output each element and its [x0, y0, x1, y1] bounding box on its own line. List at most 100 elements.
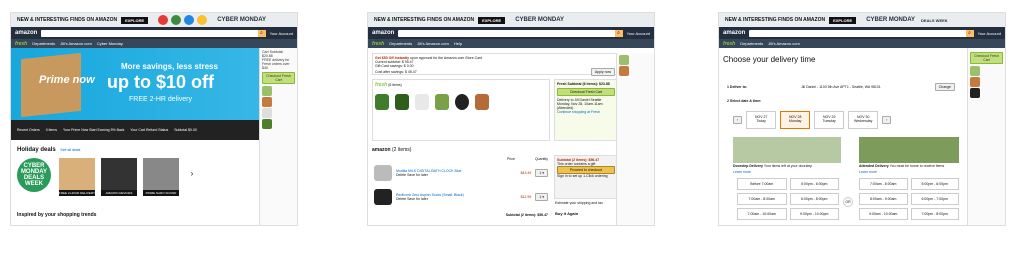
amazon-logo[interactable]: amazon — [723, 30, 745, 36]
chevron-left-icon[interactable]: ‹ — [733, 116, 743, 124]
qty-select[interactable]: 1 ▾ — [535, 193, 548, 201]
explore-button[interactable]: EXPLORE — [478, 16, 506, 24]
promo-banner: NEW & INTERESTING FINDS ON AMAZON EXPLOR… — [368, 13, 654, 27]
nav-departments[interactable]: Departments — [740, 41, 763, 46]
item-image[interactable] — [374, 165, 392, 181]
day-name: Today — [756, 119, 766, 123]
day-today[interactable]: NOV 27 Today — [746, 111, 777, 129]
qty-header: Quantity — [534, 157, 548, 161]
checkout-fresh-button[interactable]: Checkout Fresh Cart — [970, 52, 1003, 64]
account-menu[interactable]: Your Account — [270, 31, 293, 36]
nav-jills[interactable]: Jill's Amazon.com — [768, 41, 800, 46]
time-slot[interactable]: 6:00pm - 8:00pm — [789, 193, 839, 205]
item-actions[interactable]: Delete Save for later — [396, 173, 517, 177]
stat-3[interactable]: Your Cart Refund Status — [130, 128, 168, 132]
day-monday[interactable]: NOV 28 Monday — [780, 111, 811, 129]
time-slot[interactable]: 7:00am - 10:00am — [737, 208, 787, 220]
tile-cyber[interactable]: CYBER MONDAY DEALS WEEK — [17, 158, 53, 198]
day-name: Tuesday — [822, 119, 836, 123]
time-slot[interactable]: 9:00am - 10:00am — [859, 208, 908, 220]
time-slot[interactable]: 8:00am - 9:00am — [859, 193, 908, 205]
time-slot[interactable]: 7:00am - 8:00am — [859, 178, 908, 190]
qty-select[interactable]: 1 ▾ — [535, 169, 548, 177]
stat-4: Subtotal $0.00 — [174, 128, 197, 132]
offer-after: Cost after savings: $ 45.47 — [375, 70, 417, 74]
time-slot[interactable]: Before 7:00am — [737, 178, 787, 190]
tile-caption: AMAZON DEVICES — [101, 190, 137, 196]
learn-more-link[interactable]: Learn more — [733, 170, 751, 174]
amazon-label: amazon — [372, 147, 391, 153]
amazon-logo[interactable]: amazon — [15, 30, 37, 36]
nav-jills[interactable]: Jill's Amazon.com — [60, 41, 92, 46]
tile-devices[interactable]: AMAZON DEVICES — [101, 158, 137, 198]
tile-next[interactable]: › — [185, 158, 199, 198]
time-slot[interactable]: 5:00pm - 6:00pm — [910, 178, 959, 190]
continue-fresh-link[interactable]: Continue shopping at Fresh — [557, 110, 615, 114]
hero-line1: More savings, less stress — [121, 62, 218, 71]
search-icon[interactable]: ⌕ — [965, 29, 974, 37]
chevron-right-icon[interactable]: › — [882, 116, 892, 124]
checkout-fresh-button[interactable]: Checkout Fresh Cart — [262, 72, 295, 84]
cart-thumb — [970, 88, 980, 98]
item-actions[interactable]: Delete Save for later — [396, 197, 517, 201]
one-click-link[interactable]: Sign in to set up 1-Click ordering — [557, 174, 615, 178]
hero-line3: FREE 2-HR delivery — [129, 96, 193, 103]
nav-departments[interactable]: Departments — [389, 41, 412, 46]
promo-text: NEW & INTERESTING FINDS ON AMAZON — [725, 17, 826, 23]
search-icon[interactable]: ⌕ — [614, 29, 623, 37]
change-address-button[interactable]: Change — [934, 83, 955, 91]
explore-button[interactable]: EXPLORE — [121, 16, 149, 24]
checkout-fresh-button[interactable]: Checkout Fresh Cart — [557, 88, 615, 96]
amazon-logo[interactable]: amazon — [372, 30, 394, 36]
time-slot[interactable]: 9:00pm - 10:00pm — [789, 208, 839, 220]
doorstep-slots: Before 7:00am 5:00pm - 6:00pm 7:00am - 8… — [737, 178, 839, 220]
see-deals-link[interactable]: See all deals — [60, 148, 80, 152]
step-1: 1 Deliver to: — [727, 85, 748, 89]
time-slot[interactable]: 6:00pm - 7:00pm — [910, 193, 959, 205]
buy-again-heading: Buy it Again — [555, 211, 579, 216]
time-slot[interactable]: 5:00pm - 6:00pm — [789, 178, 839, 190]
fresh-logo[interactable]: fresh — [372, 41, 384, 47]
nav-cyber[interactable]: Cyber Monday — [97, 41, 123, 46]
tile-sound[interactable]: PRIME NARO SOUND — [143, 158, 179, 198]
search-input[interactable]: ⌕ — [41, 29, 266, 37]
stat-0[interactable]: Recent Orders — [17, 128, 40, 132]
tile-delivery[interactable]: FREE 2-HOUR DELIVERY — [59, 158, 95, 198]
item-thumb[interactable] — [375, 94, 389, 110]
time-slot[interactable]: 7:00pm - 8:00pm — [910, 208, 959, 220]
screenshot-delivery: NEW & INTERESTING FINDS ON AMAZON EXPLOR… — [718, 12, 1006, 226]
cart-sidebar: Checkout Fresh Cart — [967, 48, 1005, 225]
item-thumb[interactable] — [395, 94, 409, 110]
day-wednesday[interactable]: NOV 30 Wednesday — [848, 111, 879, 129]
item-image[interactable] — [374, 189, 392, 205]
search-icon[interactable]: ⌕ — [257, 29, 266, 37]
amazon-heading: amazon (2 items) — [372, 147, 411, 153]
account-menu[interactable]: Your Account — [627, 31, 650, 36]
item-thumb[interactable] — [415, 94, 429, 110]
estimate-link[interactable]: Estimate your shipping and tax — [555, 201, 603, 205]
item-thumb[interactable] — [475, 94, 489, 110]
cyber-monday-label: CYBER MONDAY — [217, 17, 267, 23]
nav-jills[interactable]: Jill's Amazon.com — [417, 41, 449, 46]
fresh-logo[interactable]: fresh — [15, 41, 27, 47]
apply-button[interactable]: Apply now — [590, 68, 615, 76]
search-input[interactable]: ⌕ — [749, 29, 974, 37]
account-menu[interactable]: Your Account — [978, 31, 1001, 36]
nav-help[interactable]: Help — [454, 41, 462, 46]
time-slot[interactable]: 7:00am - 8:00am — [737, 193, 787, 205]
learn-more-link[interactable]: Learn more — [859, 170, 877, 174]
fresh-logo[interactable]: fresh — [723, 41, 735, 47]
proceed-checkout-button[interactable]: Proceed to checkout — [557, 166, 615, 174]
stat-2[interactable]: Your Prime Now Start Earning 5% Back — [63, 128, 124, 132]
item-thumb[interactable] — [455, 94, 469, 110]
cyber-monday-label: CYBER MONDAY — [866, 17, 916, 23]
cyber-monday-label: CYBER MONDAY — [515, 17, 565, 23]
day-tuesday[interactable]: NOV 29 Tuesday — [814, 111, 845, 129]
fresh-summary: Fresh Subtotal (6 items): $23.88 Checkou… — [554, 79, 618, 141]
item-thumb[interactable] — [435, 94, 449, 110]
search-input[interactable]: ⌕ — [398, 29, 623, 37]
hero-banner[interactable]: Prime now More savings, less stress up t… — [11, 48, 261, 120]
nav-departments[interactable]: Departments — [32, 41, 55, 46]
explore-button[interactable]: EXPLORE — [829, 16, 857, 24]
cart-sidebar: Cart Subtotal: $20.88 FREE delivery for … — [259, 48, 297, 225]
